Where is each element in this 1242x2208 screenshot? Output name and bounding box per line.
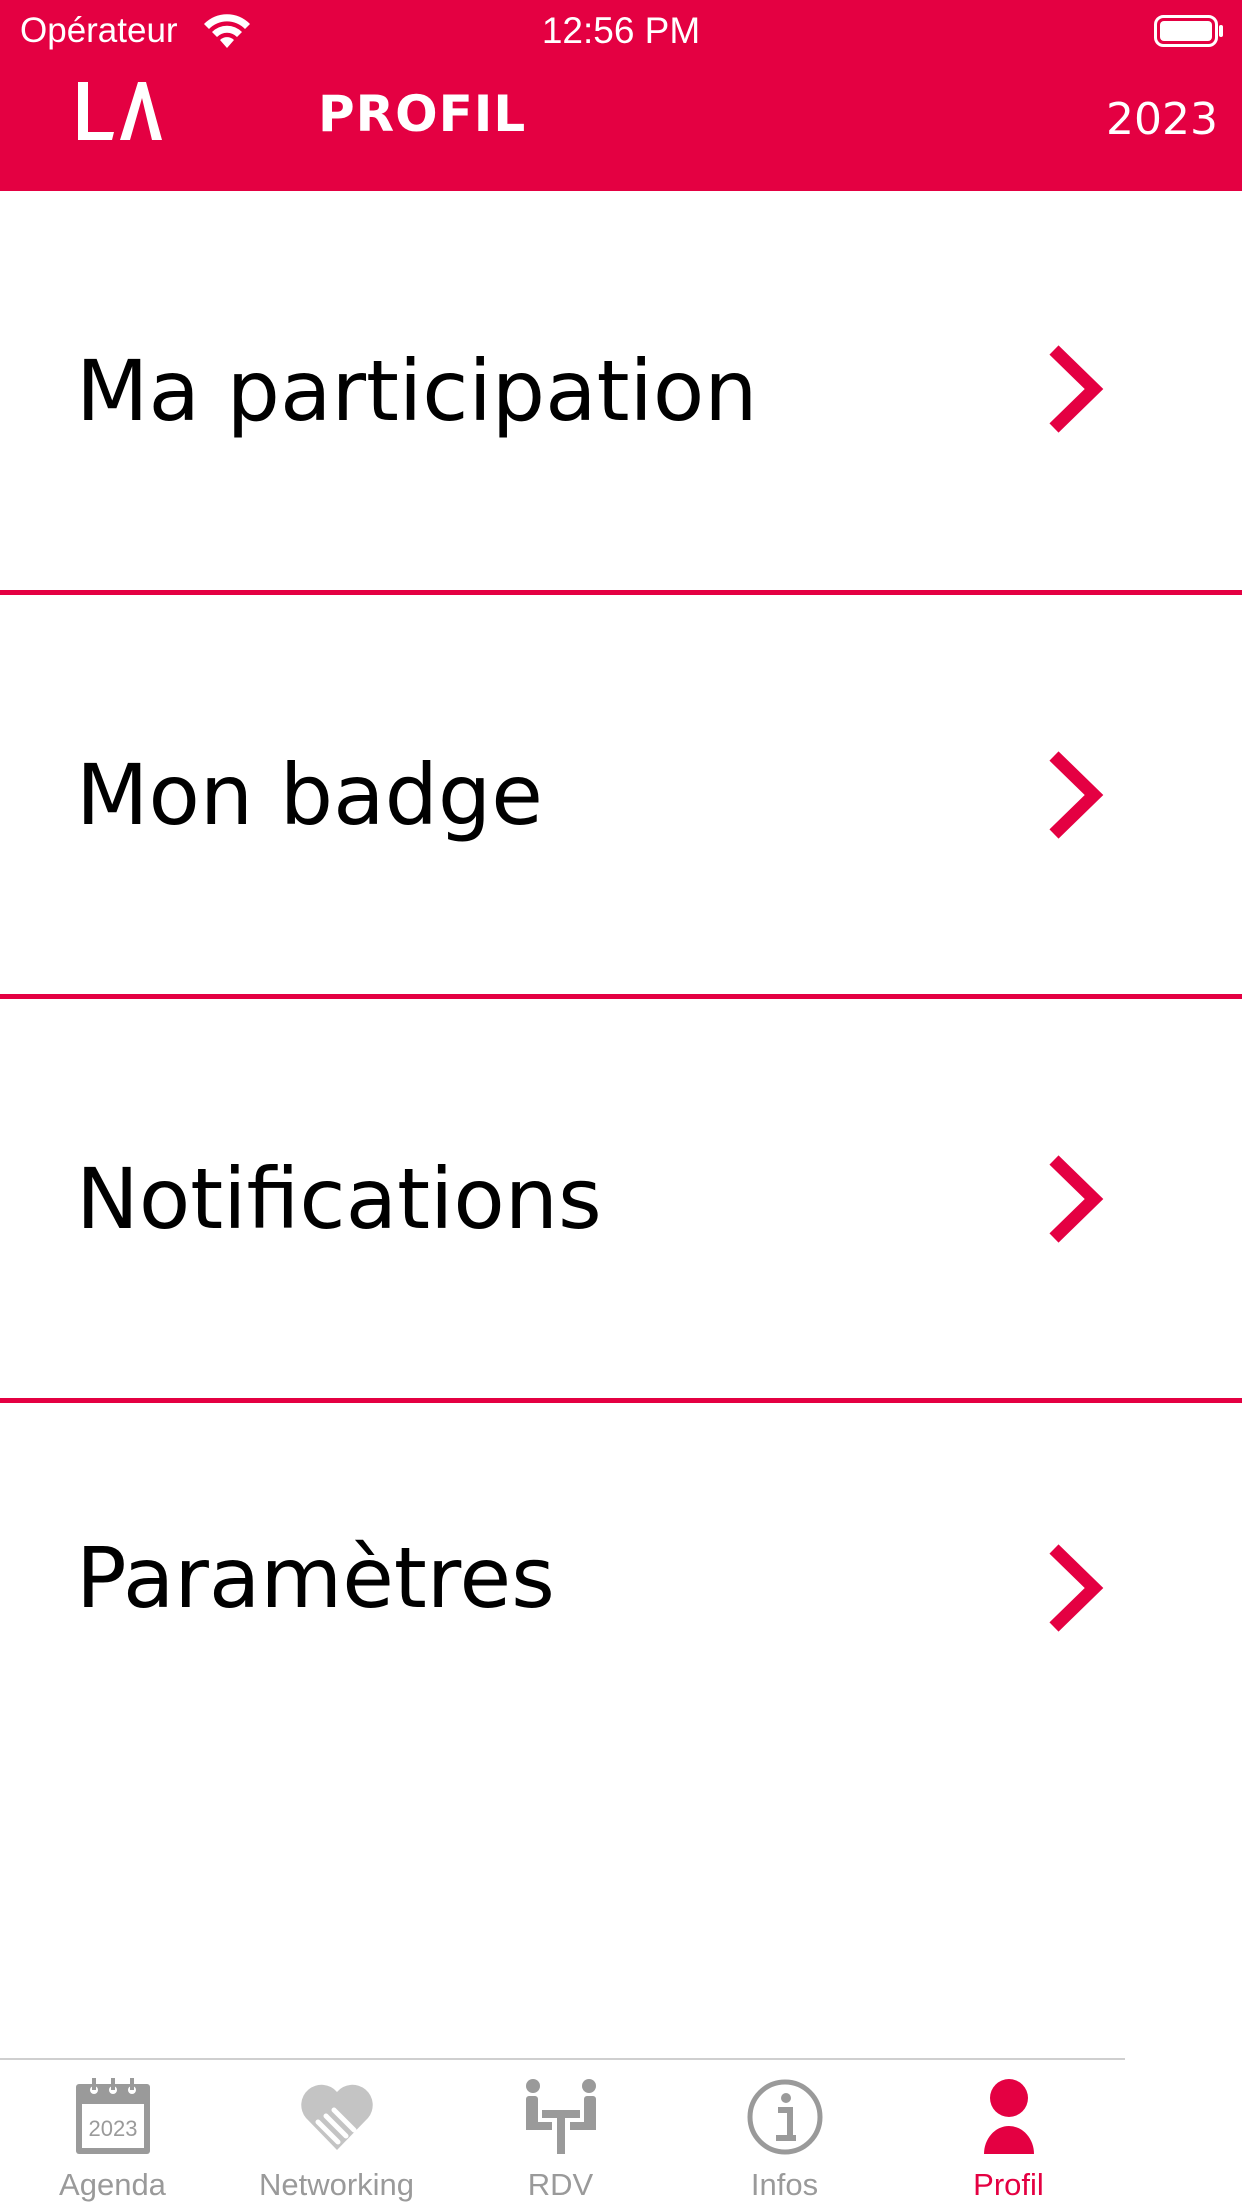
tab-networking[interactable]: Networking xyxy=(224,2058,449,2208)
battery-icon xyxy=(1154,15,1223,47)
calendar-year-text: 2023 xyxy=(89,2116,138,2141)
tab-label: RDV xyxy=(527,2167,594,2202)
chevron-right-icon xyxy=(1049,751,1104,839)
app-header: Opérateur 12:56 PM PROFIL 2023 xyxy=(0,0,1242,191)
menu-item-label: Paramètres xyxy=(76,1529,555,1627)
tab-label: Networking xyxy=(258,2167,415,2202)
calendar-icon: 2023 xyxy=(76,2078,150,2154)
status-bar: Opérateur 12:56 PM xyxy=(0,0,1242,62)
clock: 12:56 PM xyxy=(541,10,701,51)
menu-item-label: Ma participation xyxy=(76,341,758,440)
tab-profil[interactable]: Profil xyxy=(896,2058,1121,2208)
edition-year: 2023 xyxy=(1106,94,1218,145)
meeting-table-icon xyxy=(526,2079,596,2154)
tab-infos[interactable]: Infos xyxy=(672,2058,897,2208)
menu-item-ma-participation[interactable]: Ma participation xyxy=(0,191,1242,595)
tab-label: Infos xyxy=(750,2167,819,2202)
app-logo[interactable] xyxy=(74,78,164,144)
handshake-heart-icon xyxy=(301,2084,373,2150)
chevron-right-icon xyxy=(1049,1544,1104,1632)
tab-rdv[interactable]: RDV xyxy=(448,2058,673,2208)
menu-item-notifications[interactable]: Notifications xyxy=(0,999,1242,1403)
navigation-bar: PROFIL 2023 xyxy=(0,62,1242,191)
profile-menu: Ma participation Mon badge Notifications… xyxy=(0,191,1242,1783)
chevron-right-icon xyxy=(1049,345,1104,433)
person-icon xyxy=(984,2079,1034,2154)
tab-label: Profil xyxy=(973,2167,1044,2202)
tab-label: Agenda xyxy=(59,2167,166,2202)
tab-bar: 2023 Agenda Networking RDV Infos Profil xyxy=(0,2058,1242,2208)
page-title: PROFIL xyxy=(318,85,527,143)
menu-item-label: Notifications xyxy=(76,1149,602,1248)
tab-agenda[interactable]: 2023 Agenda xyxy=(0,2058,225,2208)
menu-item-label: Mon badge xyxy=(76,745,543,844)
info-icon xyxy=(747,2079,823,2155)
menu-item-parametres[interactable]: Paramètres xyxy=(0,1403,1242,1783)
menu-item-mon-badge[interactable]: Mon badge xyxy=(0,595,1242,999)
chevron-right-icon xyxy=(1049,1155,1104,1243)
